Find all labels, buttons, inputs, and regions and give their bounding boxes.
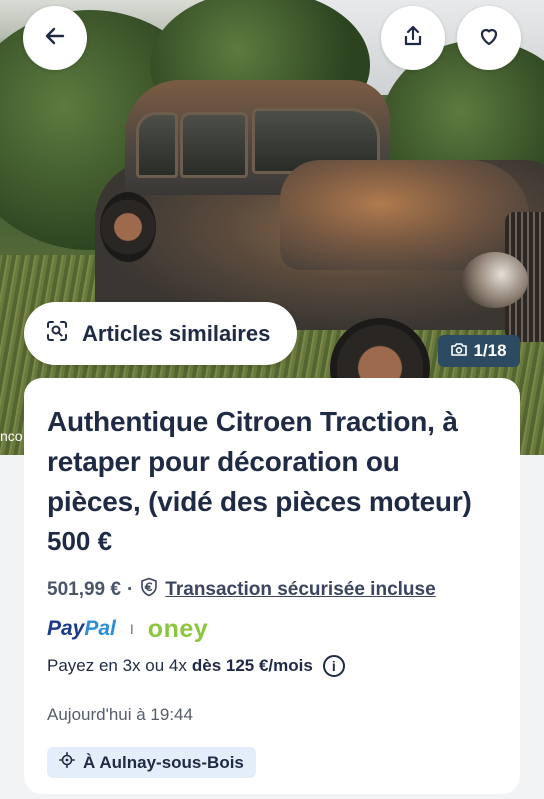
total-price: 501,99 € — [47, 579, 121, 600]
share-icon — [401, 24, 425, 53]
installments-prefix: Payez en 3x ou 4x — [47, 656, 187, 675]
paypal-logo: PayPal — [47, 617, 116, 640]
installments-row: Payez en 3x ou 4x dès 125 €/mois i — [47, 655, 498, 677]
photo-counter-text: 1/18 — [473, 341, 507, 360]
installments-amount: dès 125 €/mois — [191, 656, 313, 675]
location-target-icon — [59, 752, 75, 773]
secure-transaction-link[interactable]: Transaction sécurisée incluse — [165, 579, 435, 601]
payment-logos: PayPal I oney — [47, 615, 498, 643]
car-headlight — [462, 252, 528, 308]
listing-title: Authentique Citroen Traction, à retaper … — [47, 406, 472, 517]
heart-icon — [477, 24, 501, 53]
partial-text: nco — [0, 428, 23, 444]
secure-transaction-row: 501,99 € · Transaction sécurisée incluse — [47, 577, 498, 603]
visual-search-icon — [46, 320, 68, 347]
photo-counter: 1/18 — [438, 335, 520, 367]
similar-items-button[interactable]: Articles similaires — [24, 302, 297, 365]
listing-price: 500 € — [47, 526, 113, 556]
location-text: À Aulnay-sous-Bois — [83, 752, 244, 772]
car-door-window — [180, 112, 248, 178]
separator-dot: · — [126, 579, 134, 600]
listing-details-card: Authentique Citroen Traction, à retaper … — [24, 378, 520, 794]
posted-date: Aujourd'hui à 19:44 — [47, 705, 193, 724]
car-rear-wheel — [100, 192, 156, 262]
info-icon[interactable]: i — [322, 655, 345, 677]
similar-items-label: Articles similaires — [82, 320, 271, 346]
location-badge[interactable]: À Aulnay-sous-Bois — [47, 747, 256, 778]
car-rear-window — [136, 112, 178, 178]
oney-logo: oney — [147, 614, 209, 643]
logo-separator: I — [129, 621, 134, 637]
share-button[interactable] — [381, 6, 445, 70]
back-button[interactable] — [23, 6, 87, 70]
camera-icon — [451, 341, 468, 361]
arrow-left-icon — [43, 24, 67, 53]
favorite-button[interactable] — [457, 6, 521, 70]
euro-shield-icon — [139, 577, 159, 603]
